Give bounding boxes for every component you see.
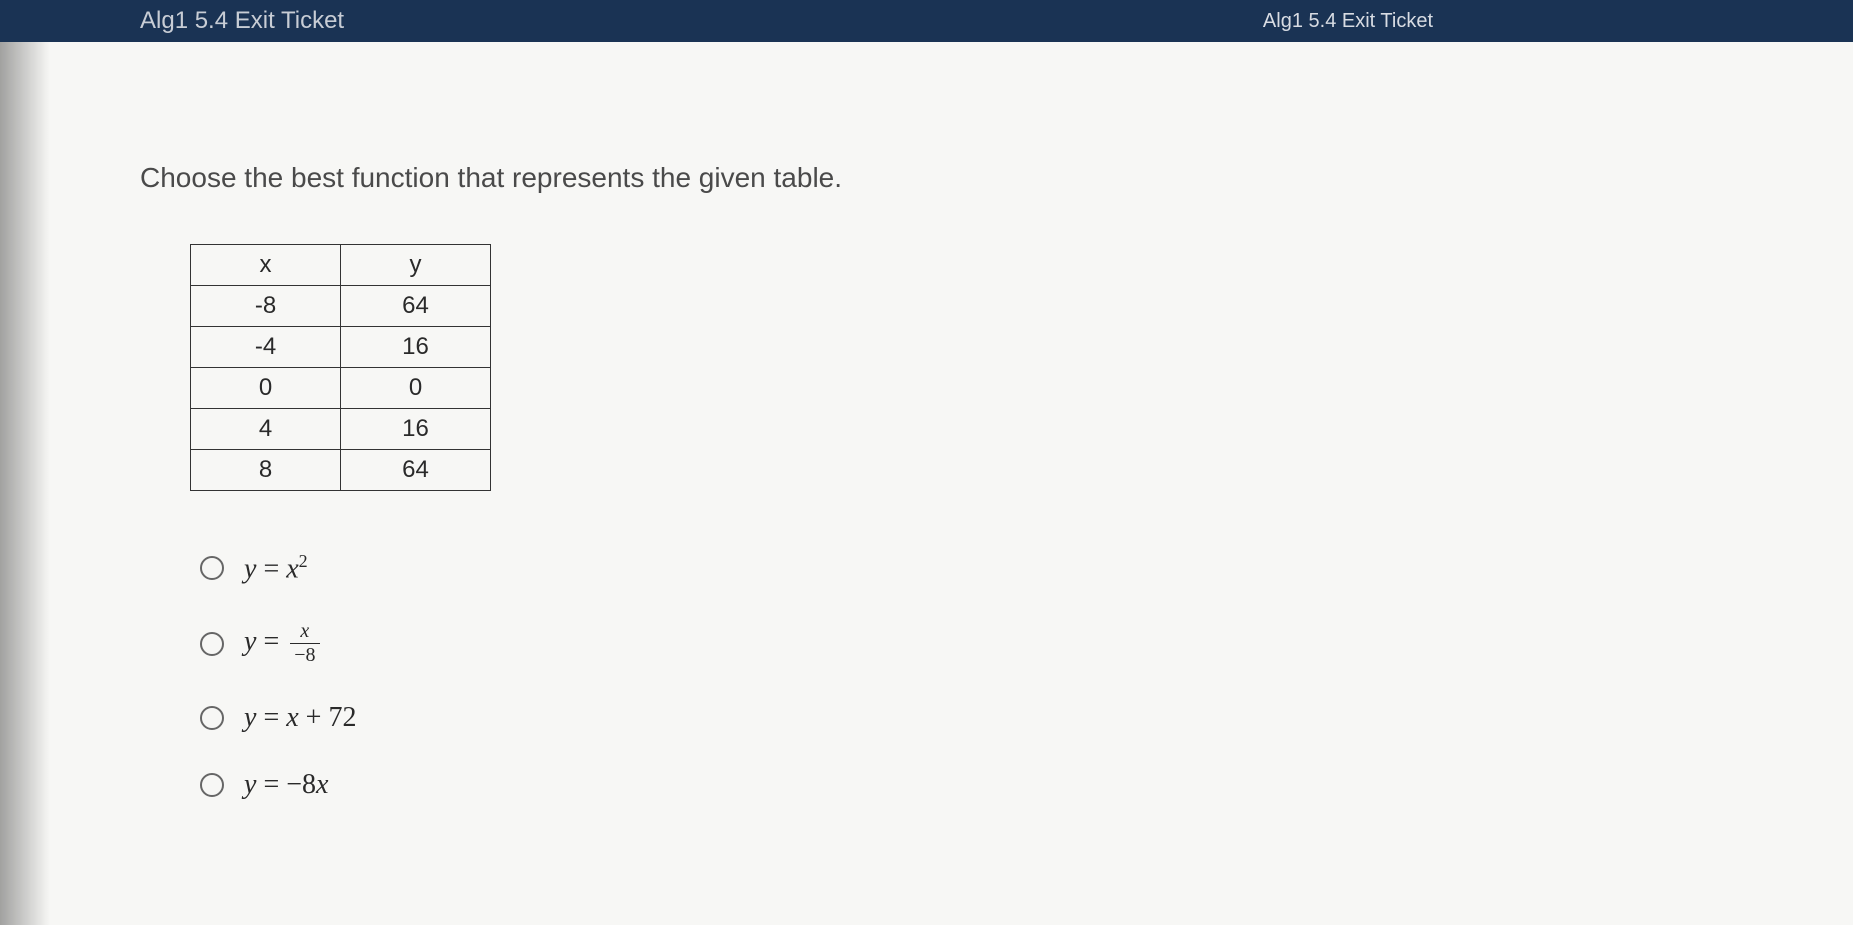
table-cell: 16 (341, 327, 491, 368)
table-cell: 0 (341, 368, 491, 409)
table-header-y: y (341, 245, 491, 286)
table-cell: 4 (191, 409, 341, 450)
option-label: y = x + 72 (244, 702, 356, 734)
option-label: y = −8x (244, 769, 328, 801)
table-cell: 0 (191, 368, 341, 409)
option-3[interactable]: y = x + 72 (200, 702, 1713, 734)
content-area: Choose the best function that represents… (0, 42, 1853, 925)
table-header-x: x (191, 245, 341, 286)
table-cell: -8 (191, 286, 341, 327)
table-row: 4 16 (191, 409, 491, 450)
radio-button[interactable] (200, 632, 224, 656)
top-navigation-bar: Alg1 5.4 Exit Ticket Alg1 5.4 Exit Ticke… (0, 0, 1853, 42)
table-header-row: x y (191, 245, 491, 286)
option-2[interactable]: y = x −8 (200, 620, 1713, 667)
option-1[interactable]: y = x2 (200, 551, 1713, 585)
breadcrumb-left: Alg1 5.4 Exit Ticket (140, 7, 344, 35)
options-container: y = x2 y = x −8 y = x + 72 y = (200, 551, 1713, 801)
data-table: x y -8 64 -4 16 0 0 4 16 8 64 (190, 244, 491, 491)
radio-button[interactable] (200, 706, 224, 730)
radio-button[interactable] (200, 773, 224, 797)
question-prompt: Choose the best function that represents… (140, 162, 1713, 194)
table-row: 8 64 (191, 450, 491, 491)
option-label: y = x −8 (244, 620, 320, 667)
table-row: 0 0 (191, 368, 491, 409)
table-cell: 8 (191, 450, 341, 491)
radio-button[interactable] (200, 556, 224, 580)
table-cell: 64 (341, 286, 491, 327)
table-cell: -4 (191, 327, 341, 368)
table-row: -8 64 (191, 286, 491, 327)
table-cell: 64 (341, 450, 491, 491)
option-label: y = x2 (244, 551, 308, 585)
option-4[interactable]: y = −8x (200, 769, 1713, 801)
table-row: -4 16 (191, 327, 491, 368)
breadcrumb-right: Alg1 5.4 Exit Ticket (1263, 10, 1433, 33)
table-cell: 16 (341, 409, 491, 450)
